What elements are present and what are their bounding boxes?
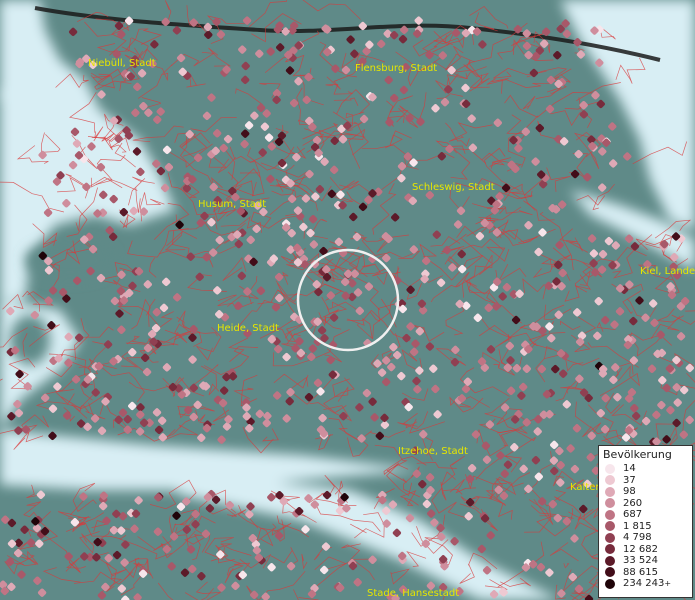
legend-label: 12 682 (623, 543, 658, 555)
legend-label: 234 243 (623, 578, 665, 590)
legend-plus: + (664, 579, 672, 589)
legend-swatch (605, 463, 615, 474)
place-label: Heide, Stadt (217, 323, 279, 334)
place-label: Stade, Hansestadt (367, 588, 459, 599)
legend-entry: 88 615 (603, 567, 688, 579)
legend-entry: 98 (603, 486, 688, 498)
place-label: Kalten (570, 482, 602, 493)
legend-entry: 260 (603, 498, 688, 510)
legend-swatch (605, 475, 615, 486)
legend-entry: 14 (603, 463, 688, 475)
legend-swatch (605, 532, 615, 543)
place-label: Husum, Stadt (198, 199, 266, 210)
place-label: Niebüll, Stadt (88, 58, 156, 69)
legend-entry: 234 243 + (603, 578, 688, 590)
legend-entry: 37 (603, 475, 688, 487)
legend-swatch (605, 509, 615, 520)
legend-label: 1 815 (623, 520, 652, 532)
legend-entry: 1 815 (603, 521, 688, 533)
legend-swatch (605, 544, 615, 555)
place-label: Itzehoe, Stadt (398, 446, 468, 457)
legend-swatch (605, 555, 615, 566)
legend-entry: 4 798 (603, 532, 688, 544)
legend-label: 88 615 (623, 566, 658, 578)
legend-swatch (605, 486, 615, 497)
population-legend: Bevölkerung 14 37 98 260 687 1 815 4 798 12 682… (598, 445, 693, 598)
place-label: Flensburg, Stadt (355, 63, 437, 74)
legend-label: 14 (623, 463, 636, 475)
legend-entry: 33 524 (603, 555, 688, 567)
legend-label: 687 (623, 509, 643, 521)
legend-label: 4 798 (623, 532, 652, 544)
legend-swatch (605, 521, 615, 532)
legend-label: 98 (623, 486, 636, 498)
legend-entry: 12 682 (603, 544, 688, 556)
legend-title: Bevölkerung (603, 448, 672, 461)
legend-entry: 687 (603, 509, 688, 521)
place-label: Kiel, Landes (640, 266, 695, 277)
legend-swatch (605, 498, 615, 509)
legend-label: 260 (623, 497, 643, 509)
map-canvas[interactable]: Niebüll, Stadt Flensburg, Stadt Schleswi… (0, 0, 695, 600)
place-label: Schleswig, Stadt (412, 182, 495, 193)
legend-label: 33 524 (623, 555, 658, 567)
legend-swatch (605, 567, 615, 578)
legend-label: 37 (623, 474, 636, 486)
legend-entries: 14 37 98 260 687 1 815 4 798 12 682 33 524 88 615… (603, 463, 688, 590)
legend-swatch (605, 578, 615, 589)
